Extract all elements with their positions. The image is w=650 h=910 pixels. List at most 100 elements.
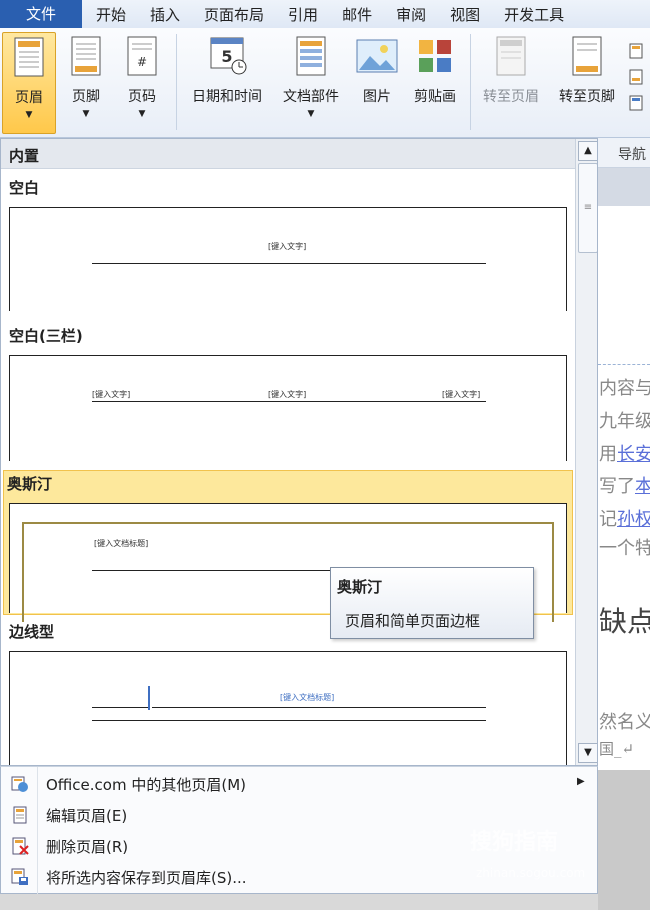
page-number-icon: # [116,36,168,80]
footer-icon [60,36,112,80]
navigation-label[interactable]: 导航 [618,144,646,164]
doc-line: 九年级 [599,411,650,432]
doc-text: 用 [599,444,617,465]
svg-text:5: 5 [221,47,232,66]
menu-item-label: 删除页眉(R) [46,838,129,856]
placeholder-text: [键入文字] [268,390,307,399]
remove-header-icon [11,837,29,855]
tab-insert[interactable]: 插入 [138,0,192,28]
doc-line: 内容与 [599,378,650,399]
submenu-arrow-icon: ▶ [577,776,585,787]
doc-link[interactable]: 长安 [617,444,650,465]
placeholder-text: [键入文字] [268,242,307,251]
tooltip: 奥斯汀 页眉和简单页面边框 [330,567,534,639]
picture-button[interactable]: 图片 [352,32,402,134]
goto-footer-button-label: 转至页脚 [559,89,615,105]
gallery-item-title: 空白 [9,179,40,197]
menu-item-office-more-headers[interactable]: Office.com 中的其他页眉(M) ▶ [1,769,597,799]
header-line [92,401,486,402]
header-button[interactable]: 页眉 ▼ [2,32,56,134]
navigation-strip: 导航 [598,138,650,168]
scroll-thumb[interactable]: ≡ [578,163,597,253]
goto-footer-button[interactable]: 转至页脚 [550,32,624,134]
gallery-item-sideline[interactable]: [键入文档标题] [9,651,567,765]
doc-link[interactable]: 本 [635,476,650,497]
scroll-down-button[interactable]: ▼ [578,743,597,763]
header-line [92,720,486,721]
tab-references[interactable]: 引用 [276,0,330,28]
tab-view[interactable]: 视图 [438,0,492,28]
ruler-strip [598,168,650,206]
doc-link[interactable]: 孙权 [617,509,650,530]
dropdown-arrow-icon: ▼ [25,110,33,120]
gallery-category-header: 内置 [1,139,575,169]
clip-art-button[interactable]: 剪贴画 [406,32,464,134]
gallery-item-title: 奥斯汀 [7,475,53,493]
page-gap [598,770,650,910]
gallery-item-blank-three-column[interactable]: [键入文字] [键入文字] [键入文字] [9,355,567,461]
edit-header-icon [11,806,29,824]
scroll-up-button[interactable]: ▲ [578,141,597,161]
tab-developer[interactable]: 开发工具 [492,0,576,28]
tab-page-layout[interactable]: 页面布局 [192,0,276,28]
doc-line: 然名义 [599,712,650,733]
menu-item-label: 将所选内容保存到页眉库(S)... [46,869,247,887]
calendar-clock-icon: 5 [182,36,272,80]
office-online-icon [11,775,29,793]
clip-art-icon [406,36,464,80]
doc-line: 用长安 [599,440,650,466]
footer-button-label: 页脚 [72,89,100,105]
quick-parts-button[interactable]: 文档部件 ▼ [274,32,348,134]
ribbon-body: 页眉 ▼ 页脚 ▼ # 页码 ▼ 5 日期和时间 文档部件 ▼ 图片 剪贴画 转… [0,28,650,138]
tooltip-title: 奥斯汀 [337,578,383,596]
doc-line: 国_↵ [599,740,635,758]
doc-text: 写了 [599,476,635,497]
ribbon-tab-bar: 文件 开始 插入 页面布局 引用 邮件 审阅 视图 开发工具 [0,0,650,28]
clip-art-button-label: 剪贴画 [414,89,456,105]
header-gallery: 内置 空白 [键入文字] 空白(三栏) [键入文字] [键入文字] [键入文字]… [0,138,598,766]
picture-button-label: 图片 [363,89,391,105]
goto-header-button[interactable]: 转至页眉 [474,32,548,134]
doc-text: 记 [599,509,617,530]
goto-header-button-label: 转至页眉 [483,89,539,105]
header-icon [3,37,55,81]
tab-file[interactable]: 文件 [0,0,82,28]
picture-icon [352,36,402,80]
watermark-url: zhinan.sogou.com [476,866,586,880]
placeholder-text: [键入文档标题] [94,539,149,548]
menu-item-label: 编辑页眉(E) [46,807,128,825]
datetime-button[interactable]: 5 日期和时间 [182,32,272,134]
gallery-item-title: 空白(三栏) [9,327,83,345]
gallery-item-blank[interactable]: [键入文字] [9,207,567,311]
placeholder-text: [键入文字] [92,390,131,399]
doc-heading: 缺点 [599,605,650,638]
doc-line: 记孙权 [599,505,650,531]
tab-review[interactable]: 审阅 [384,0,438,28]
placeholder-text: [键入文字] [442,390,481,399]
page-number-button[interactable]: # 页码 ▼ [116,32,168,134]
header-line [152,707,486,708]
header-line [92,263,486,264]
dropdown-arrow-icon: ▼ [307,109,315,119]
tooltip-body: 页眉和简单页面边框 [345,612,481,630]
doc-line: 一个特 [599,538,650,559]
dropdown-arrow-icon: ▼ [82,109,90,119]
quick-parts-button-label: 文档部件 [283,89,339,105]
menu-item-label: Office.com 中的其他页眉(M) [46,776,247,794]
footer-button[interactable]: 页脚 ▼ [60,32,112,134]
tab-mailings[interactable]: 邮件 [330,0,384,28]
tab-home[interactable]: 开始 [82,0,138,28]
accent-bar [148,686,150,710]
bottom-strip [0,894,598,910]
watermark-logo: 搜狗指南 [470,830,559,855]
dropdown-arrow-icon: ▼ [138,109,146,119]
doc-line: 写了本 [599,472,650,498]
svg-text:#: # [137,55,147,69]
placeholder-text: [键入文档标题] [280,693,335,702]
quick-parts-icon [274,36,348,80]
gallery-scrollbar[interactable]: ▲ ≡ ▼ [575,139,597,765]
datetime-button-label: 日期和时间 [192,89,262,105]
navigation-icons[interactable] [628,40,650,120]
goto-footer-icon [550,36,624,80]
header-boundary [598,364,650,365]
